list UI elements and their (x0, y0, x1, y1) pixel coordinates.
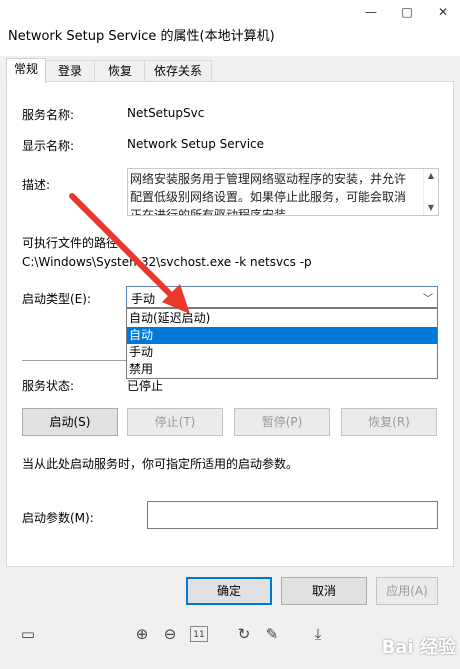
annotation-arrow (69, 193, 190, 314)
